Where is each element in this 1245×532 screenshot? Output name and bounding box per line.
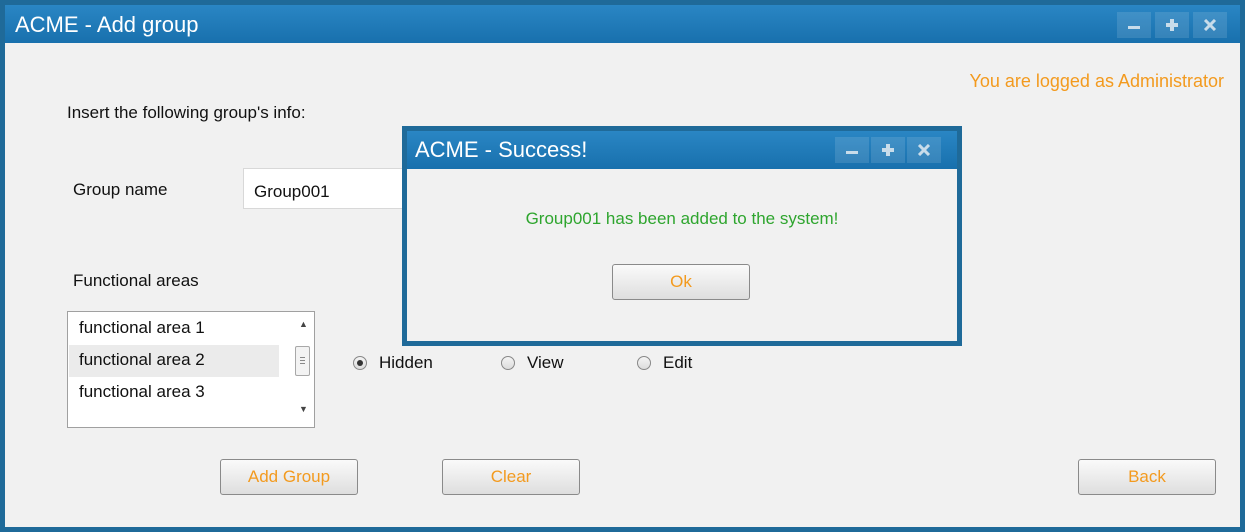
radio-view[interactable]: View	[501, 352, 564, 374]
list-scrollbar[interactable]: ▲ ▼	[292, 312, 314, 427]
radio-hidden-label: Hidden	[379, 353, 433, 372]
maximize-icon[interactable]	[1155, 12, 1189, 38]
back-button[interactable]: Back	[1078, 459, 1216, 495]
functional-areas-list[interactable]: functional area 1 functional area 2 func…	[67, 311, 315, 428]
logged-user-text: You are logged as Administrator	[969, 71, 1225, 91]
close-icon[interactable]	[1193, 12, 1227, 38]
radio-unchecked-icon[interactable]	[637, 356, 651, 370]
scroll-down-icon[interactable]: ▼	[299, 404, 308, 414]
success-message: Group001 has been added to the system!	[525, 209, 839, 228]
group-name-label: Group name	[73, 180, 168, 199]
scroll-thumb[interactable]	[295, 346, 310, 376]
radio-edit-label: Edit	[663, 353, 693, 372]
form-instruction: Insert the following group's info:	[67, 103, 306, 122]
radio-unchecked-icon[interactable]	[501, 356, 515, 370]
minimize-icon[interactable]	[1117, 12, 1151, 38]
list-item[interactable]: functional area 1	[69, 313, 279, 345]
maximize-icon[interactable]	[871, 137, 905, 163]
window-title: ACME - Add group	[15, 12, 199, 37]
dialog-title: ACME - Success!	[415, 137, 588, 162]
list-item[interactable]: functional area 3	[69, 377, 279, 409]
success-dialog: ACME - Success! Group001 has been added …	[402, 126, 962, 346]
close-icon[interactable]	[907, 137, 941, 163]
list-item-selected[interactable]: functional area 2	[69, 345, 279, 377]
dialog-title-bar[interactable]: ACME - Success!	[407, 131, 957, 169]
ok-button[interactable]: Ok	[612, 264, 750, 300]
clear-button[interactable]: Clear	[442, 459, 580, 495]
functional-areas-label: Functional areas	[73, 271, 199, 290]
radio-edit[interactable]: Edit	[637, 352, 692, 374]
radio-checked-icon[interactable]	[353, 356, 367, 370]
scroll-up-icon[interactable]: ▲	[299, 319, 308, 329]
title-bar[interactable]: ACME - Add group	[5, 5, 1240, 43]
add-group-button[interactable]: Add Group	[220, 459, 358, 495]
radio-view-label: View	[527, 353, 564, 372]
minimize-icon[interactable]	[835, 137, 869, 163]
radio-hidden[interactable]: Hidden	[353, 352, 433, 374]
